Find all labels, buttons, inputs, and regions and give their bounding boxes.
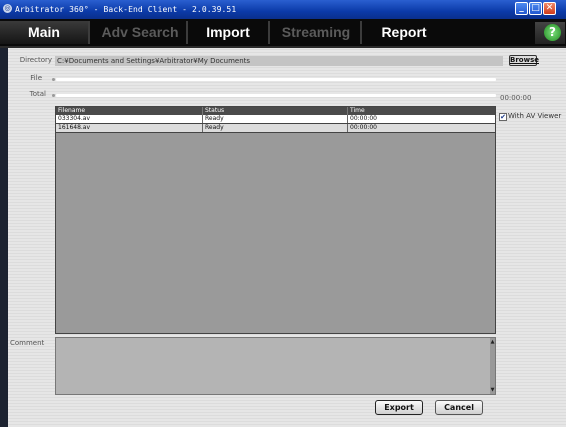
tab-report[interactable]: Report (364, 21, 444, 44)
cell-filename: 161648.av (58, 124, 91, 131)
tab-adv-search[interactable]: Adv Search (92, 21, 188, 44)
file-table: Filename Status Time 033304.av Ready 00:… (55, 106, 496, 334)
tab-divider (360, 21, 362, 44)
main-panel: Directory C:¥Documents and Settings¥Arbi… (8, 48, 566, 427)
column-header-time[interactable]: Time (347, 107, 495, 115)
tab-main[interactable]: Main (0, 21, 88, 44)
close-icon: ✕ (545, 3, 554, 13)
comment-label: Comment (10, 339, 45, 347)
cell-time: 00:00:00 (347, 124, 495, 132)
maximize-button[interactable]: □ (529, 2, 542, 15)
browse-button[interactable]: Browse (509, 55, 539, 66)
total-label: Total (29, 90, 46, 98)
cancel-button[interactable]: Cancel (435, 400, 483, 415)
with-av-viewer-checkbox[interactable]: ✔ With AV Viewer (499, 112, 566, 122)
cell-time: 00:00:00 (347, 115, 495, 123)
comment-textarea[interactable]: ▲ ▼ (55, 337, 496, 395)
app-globe-icon: ◎ (3, 4, 12, 13)
comment-scrollbar[interactable]: ▲ ▼ (490, 338, 495, 394)
minimize-button[interactable]: _ (515, 2, 528, 15)
title-bar: ◎ Arbitrator 360° - Back-End Client - 2.… (0, 0, 566, 19)
with-av-viewer-label: With AV Viewer (508, 112, 562, 120)
minimize-icon: _ (519, 3, 524, 13)
total-time: 00:00:00 (500, 94, 532, 102)
directory-label: Directory (19, 56, 52, 64)
table-header: Filename Status Time (56, 107, 495, 115)
column-header-status[interactable]: Status (202, 107, 347, 115)
scroll-up-icon[interactable]: ▲ (490, 339, 495, 345)
file-label: File (30, 74, 42, 82)
table-row[interactable]: 161648.av Ready 00:00:00 (56, 124, 495, 133)
app-window: ◎ Arbitrator 360° - Back-End Client - 2.… (0, 0, 566, 427)
tab-import[interactable]: Import (190, 21, 266, 44)
directory-field[interactable]: C:¥Documents and Settings¥Arbitrator¥My … (55, 56, 503, 66)
tab-divider (88, 21, 90, 44)
total-progress-bar (56, 94, 496, 97)
window-title: Arbitrator 360° - Back-End Client - 2.0.… (15, 5, 237, 14)
tab-divider (186, 21, 188, 44)
maximize-icon: □ (531, 3, 540, 13)
cell-status: Ready (202, 115, 347, 123)
checkbox-check-icon: ✔ (499, 113, 507, 121)
export-button[interactable]: Export (375, 400, 423, 415)
tab-divider (268, 21, 270, 44)
total-progress-start (52, 94, 55, 97)
help-button[interactable]: ? (535, 22, 565, 44)
main-nav: Main Adv Search Import Streaming Report … (0, 19, 566, 48)
cell-filename: 033304.av (58, 115, 91, 122)
table-row[interactable]: 033304.av Ready 00:00:00 (56, 115, 495, 124)
scroll-down-icon[interactable]: ▼ (490, 387, 495, 393)
help-icon: ? (544, 24, 561, 41)
column-header-filename[interactable]: Filename (56, 107, 202, 115)
file-progress-bar (56, 78, 496, 81)
file-progress-start (52, 78, 55, 81)
cell-status: Ready (202, 124, 347, 132)
tab-streaming[interactable]: Streaming (272, 21, 360, 44)
close-button[interactable]: ✕ (543, 2, 556, 15)
